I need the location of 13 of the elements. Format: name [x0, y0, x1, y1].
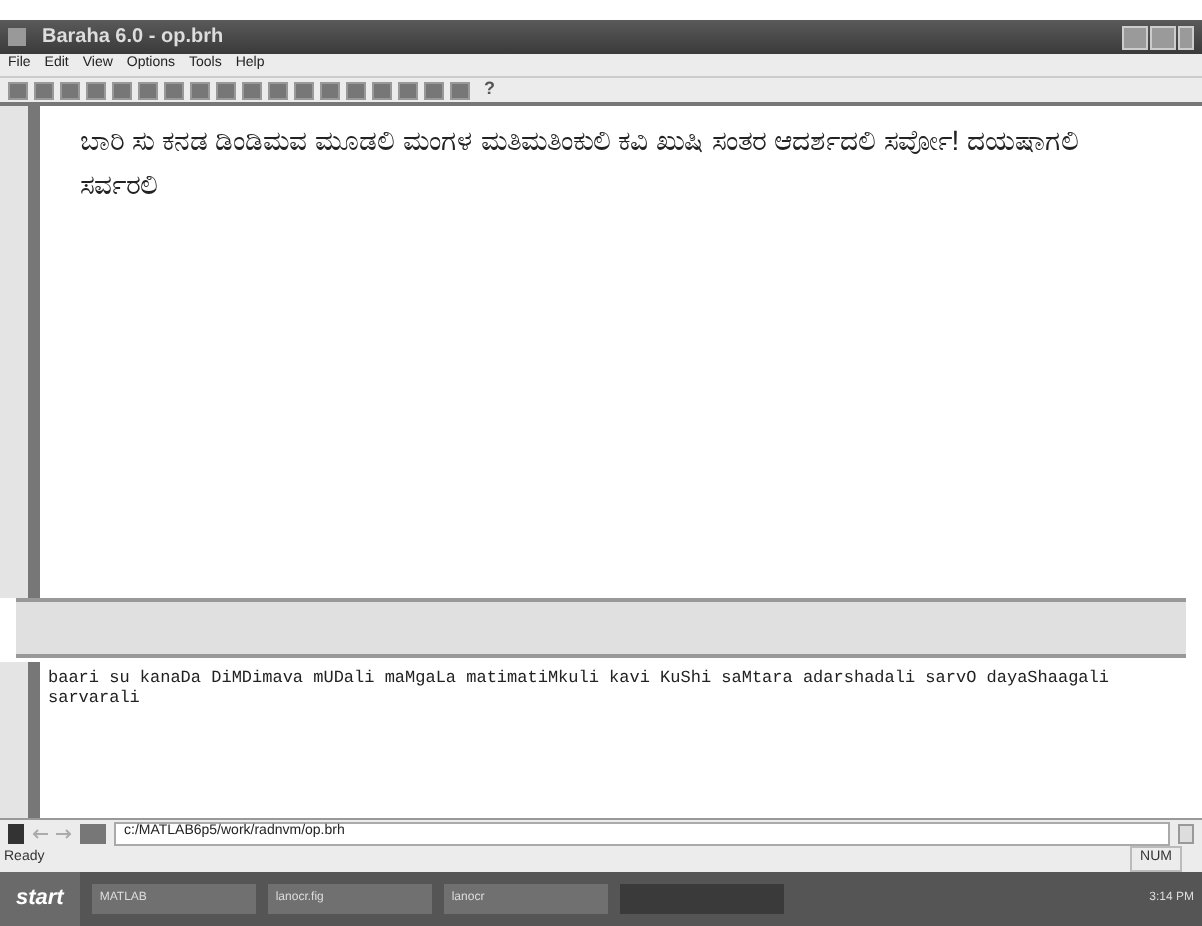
dropdown-button[interactable] [1178, 823, 1194, 843]
transliteration-text: baari su kanaDa DiMDimava mUDali maMgaLa matimatiMkuli kavi KuShi saMtara adarshadali sarvO dayaShaagali sarvarali [48, 668, 1111, 708]
window-title: Baraha 6.0 - op.brh [42, 24, 224, 52]
app-icon [8, 28, 26, 46]
help-button[interactable]: ? [484, 76, 495, 104]
pane-icon[interactable] [8, 823, 24, 843]
back-arrow-icon[interactable] [32, 827, 48, 839]
forward-arrow-icon[interactable] [56, 827, 72, 839]
restore-button[interactable] [1150, 25, 1176, 49]
minimize-button[interactable] [1122, 25, 1148, 49]
close-button[interactable] [1178, 25, 1194, 49]
start-button[interactable]: start [0, 872, 80, 926]
kannada-text: ಬಾರಿ ಸು ಕನಡ ಡಿಂಡಿಮವ ಮೂಡಲಿ ಮಂಗಳ ಮತಿಮತಿಂಕುಲಿ ಕವಿ ಖುಷಿ ಸಂತರ ಆದರ್ಶದಲಿ ಸರ್ವೋ! ದಯಷಾಗಲಿ ಸರ್ವರಲಿ [80, 122, 1080, 204]
